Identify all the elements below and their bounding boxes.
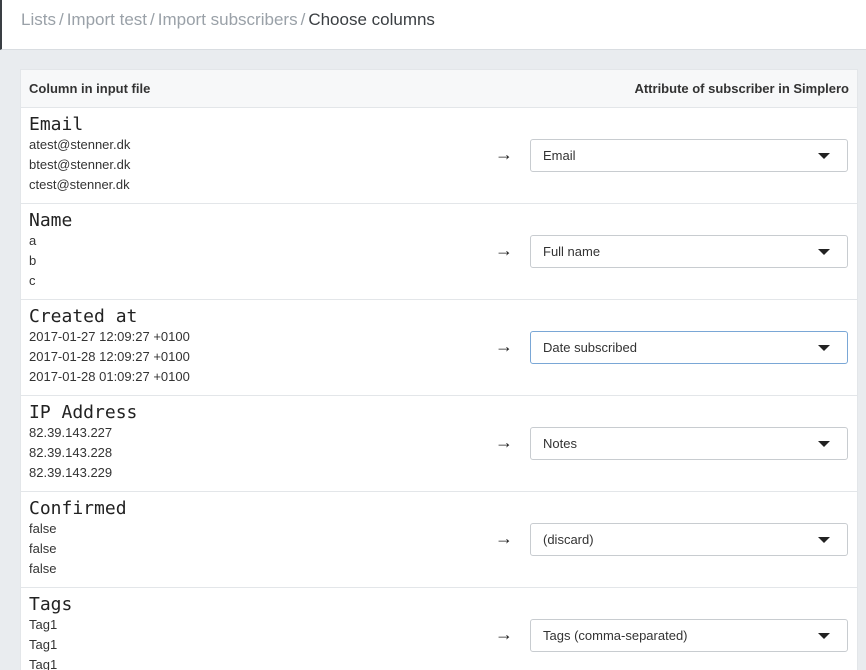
select-value: Full name: [543, 244, 601, 259]
sample-values: false false false: [29, 519, 56, 579]
page: Lists / Import test / Import subscribers / Cho…: [0, 0, 866, 670]
table-row-confirmed: Confirmed false false false → (discard): [21, 492, 857, 588]
attribute-select-tags[interactable]: Tags (comma-separated): [530, 619, 848, 652]
column-name: Name: [29, 210, 73, 231]
select-value: Notes: [543, 436, 577, 451]
column-name: Created at: [29, 306, 138, 327]
right-arrow-icon: →: [495, 432, 513, 452]
right-arrow-icon: →: [495, 624, 513, 644]
column-name: Confirmed: [29, 498, 127, 519]
select-value: Date subscribed: [543, 340, 637, 355]
attribute-select-ip-address[interactable]: Notes: [530, 427, 848, 460]
select-value: (discard): [543, 532, 594, 547]
select-value: Tags (comma-separated): [543, 628, 688, 643]
table-row-created-at: Created at 2017-01-27 12:09:27 +0100 201…: [21, 300, 857, 396]
attribute-select-confirmed[interactable]: (discard): [530, 523, 848, 556]
table-header: Column in input file Attribute of subscr…: [21, 70, 857, 108]
sample-value: a: [29, 233, 37, 248]
attribute-select-created-at[interactable]: Date subscribed: [530, 331, 848, 364]
column-mapping-table: Column in input file Attribute of subscr…: [20, 69, 858, 670]
breadcrumb: Lists / Import test / Import subscribers / Cho…: [21, 10, 435, 30]
sample-value: 82.39.143.227: [29, 425, 113, 440]
right-arrow-icon: →: [495, 528, 513, 548]
breadcrumb-link-lists[interactable]: Lists: [21, 10, 56, 29]
table-row-email: Email atest@stenner.dk btest@stenner.dk …: [21, 108, 857, 204]
sample-value: false: [29, 521, 57, 536]
sample-value: 82.39.143.228: [29, 445, 113, 460]
sample-value: false: [29, 561, 57, 576]
sample-values: atest@stenner.dk btest@stenner.dk ctest@…: [29, 135, 130, 195]
sample-value: 2017-01-28 01:09:27 +0100: [29, 369, 190, 384]
chevron-down-icon: [818, 441, 830, 447]
page-header: Lists / Import test / Import subscribers / Cho…: [0, 0, 866, 50]
right-arrow-icon: →: [495, 336, 513, 356]
right-arrow-icon: →: [495, 240, 513, 260]
sample-value: Tag1: [29, 617, 58, 632]
page-title: Choose columns: [308, 10, 435, 29]
sample-value: false: [29, 541, 57, 556]
chevron-down-icon: [818, 345, 830, 351]
sample-values: 82.39.143.227 82.39.143.228 82.39.143.22…: [29, 423, 112, 483]
table-row-name: Name a b c → Full name: [21, 204, 857, 300]
sample-value: 82.39.143.229: [29, 465, 113, 480]
sample-values: Tag1 Tag1 Tag1: [29, 615, 57, 670]
column-name: IP Address: [29, 402, 138, 423]
table-row-ip-address: IP Address 82.39.143.227 82.39.143.228 8…: [21, 396, 857, 492]
attribute-select-name[interactable]: Full name: [530, 235, 848, 268]
breadcrumb-separator: /: [58, 10, 64, 29]
sample-value: Tag1: [29, 637, 58, 652]
column-name: Tags: [29, 594, 73, 615]
select-value: Email: [543, 148, 576, 163]
breadcrumb-link-import-subscribers[interactable]: Import subscribers: [158, 10, 298, 29]
header-attribute-of-subscriber: Attribute of subscriber in Simplero: [634, 81, 849, 96]
table-row-tags: Tags Tag1 Tag1 Tag1 → Tags (comma-separa…: [21, 588, 857, 670]
sample-value: btest@stenner.dk: [29, 157, 131, 172]
sample-value: 2017-01-27 12:09:27 +0100: [29, 329, 190, 344]
breadcrumb-link-import-test[interactable]: Import test: [67, 10, 147, 29]
sample-value: atest@stenner.dk: [29, 137, 131, 152]
attribute-select-email[interactable]: Email: [530, 139, 848, 172]
chevron-down-icon: [818, 249, 830, 255]
sample-value: c: [29, 273, 36, 288]
sample-values: 2017-01-27 12:09:27 +0100 2017-01-28 12:…: [29, 327, 190, 387]
sample-value: ctest@stenner.dk: [29, 177, 130, 192]
breadcrumb-separator: /: [300, 10, 306, 29]
chevron-down-icon: [818, 537, 830, 543]
right-arrow-icon: →: [495, 144, 513, 164]
sample-values: a b c: [29, 231, 36, 291]
chevron-down-icon: [818, 153, 830, 159]
column-name: Email: [29, 114, 84, 135]
sample-value: b: [29, 253, 37, 268]
header-column-in-input-file: Column in input file: [29, 81, 151, 96]
sample-value: Tag1: [29, 657, 58, 670]
sample-value: 2017-01-28 12:09:27 +0100: [29, 349, 190, 364]
chevron-down-icon: [818, 633, 830, 639]
breadcrumb-separator: /: [150, 10, 155, 29]
